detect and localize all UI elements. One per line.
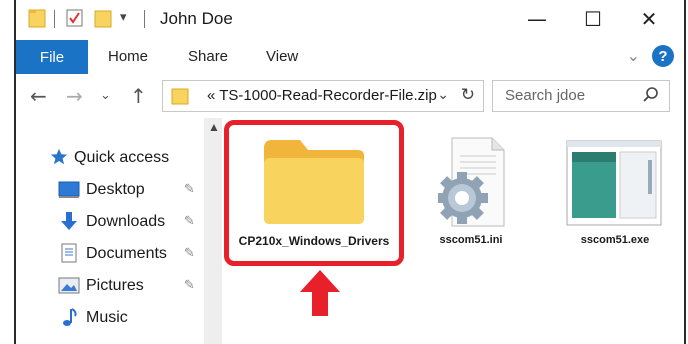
nav-pane-scrollbar[interactable]: ▲ — [204, 118, 222, 344]
download-arrow-icon — [60, 211, 78, 236]
quick-access-toolbar-dropdown-icon[interactable]: ▾ — [120, 9, 127, 25]
file-name: CP210x_Windows_Drivers — [238, 234, 390, 248]
minimize-icon: — — [527, 7, 547, 31]
address-prefix: « — [207, 87, 216, 104]
document-icon — [60, 243, 78, 268]
tab-share[interactable]: Share — [188, 48, 228, 65]
maximize-button[interactable]: ☐ — [568, 0, 618, 38]
up-arrow-icon[interactable]: ↑ — [130, 84, 147, 108]
nav-item-desktop[interactable]: Desktop ✎ — [16, 176, 204, 204]
nav-item-documents[interactable]: Documents ✎ — [16, 240, 204, 268]
recent-locations-chevron-icon[interactable]: ⌄ — [100, 88, 111, 103]
nav-item-label: Desktop — [86, 181, 145, 198]
minimize-button[interactable]: — — [512, 0, 562, 38]
file-name: sscom51.ini — [439, 234, 503, 246]
explorer-window: ▾ John Doe — ☐ ✕ File Home Share View ⌄ … — [14, 0, 686, 344]
navigation-row: ← → ⌄ ↑ « TS-1000-Read-Recorder-File.zip… — [16, 76, 684, 116]
nav-item-downloads[interactable]: Downloads ✎ — [16, 208, 204, 236]
maximize-icon: ☐ — [584, 7, 602, 31]
file-item-folder[interactable]: CP210x_Windows_Drivers — [232, 128, 396, 258]
address-dropdown-icon[interactable]: ⌄ — [437, 86, 449, 103]
window-title: John Doe — [160, 9, 233, 28]
address-folder-icon — [171, 86, 189, 111]
title-bar: ▾ John Doe — ☐ ✕ — [16, 0, 684, 38]
nav-item-label: Music — [86, 309, 128, 326]
nav-item-label: Pictures — [86, 277, 144, 294]
back-arrow-icon[interactable]: ← — [30, 84, 47, 108]
large-folder-icon — [262, 136, 366, 231]
pin-icon[interactable]: ✎ — [184, 182, 195, 197]
search-input[interactable]: Search jdoe — [492, 80, 670, 112]
star-icon — [50, 148, 68, 171]
ribbon: File Home Share View ⌄ ? — [16, 38, 684, 74]
scroll-up-icon[interactable]: ▲ — [208, 120, 220, 134]
nav-item-pictures[interactable]: Pictures ✎ — [16, 272, 204, 300]
desktop-icon — [58, 181, 80, 204]
file-name: sscom51.exe — [580, 234, 650, 246]
tab-home[interactable]: Home — [108, 48, 148, 65]
folder-icon — [28, 8, 46, 33]
address-path: « TS-1000-Read-Recorder-File.zip — [207, 87, 437, 104]
nav-item-label: Downloads — [86, 213, 166, 230]
search-icon[interactable] — [643, 87, 659, 108]
nav-item-music[interactable]: Music — [16, 304, 204, 332]
address-path-text: TS-1000-Read-Recorder-File.zip — [219, 87, 437, 104]
tab-file[interactable]: File — [16, 40, 88, 74]
pin-icon[interactable]: ✎ — [184, 278, 195, 293]
application-window-icon — [566, 140, 662, 231]
expand-ribbon-chevron-icon[interactable]: ⌄ — [627, 46, 640, 66]
refresh-icon[interactable]: ↻ — [461, 85, 475, 105]
tab-view[interactable]: View — [266, 48, 298, 65]
settings-gear-file-icon — [436, 136, 506, 233]
navigation-pane: Quick access Desktop ✎ Downloads ✎ Docum… — [16, 118, 204, 344]
music-note-icon — [62, 307, 78, 332]
nav-item-label: Documents — [86, 245, 167, 262]
address-bar[interactable]: « TS-1000-Read-Recorder-File.zip ⌄ ↻ — [162, 80, 484, 112]
file-list: CP210x_Windows_Drivers sscom51.ini sscom… — [222, 118, 684, 344]
close-icon: ✕ — [640, 7, 658, 31]
pictures-icon — [58, 277, 80, 300]
help-icon[interactable]: ? — [652, 45, 674, 67]
up-arrow-annotation-icon — [300, 270, 340, 321]
search-placeholder: Search jdoe — [505, 87, 586, 104]
properties-check-icon[interactable] — [66, 8, 84, 33]
pin-icon[interactable]: ✎ — [184, 246, 195, 261]
forward-arrow-icon[interactable]: → — [66, 84, 83, 108]
new-folder-icon[interactable] — [94, 8, 112, 33]
close-button[interactable]: ✕ — [624, 0, 674, 38]
file-item-ini[interactable]: sscom51.ini — [426, 136, 516, 246]
pin-icon[interactable]: ✎ — [184, 214, 195, 229]
file-item-exe[interactable]: sscom51.exe — [562, 136, 668, 246]
nav-item-quick-access[interactable]: Quick access — [16, 144, 204, 172]
nav-item-label: Quick access — [74, 149, 170, 166]
